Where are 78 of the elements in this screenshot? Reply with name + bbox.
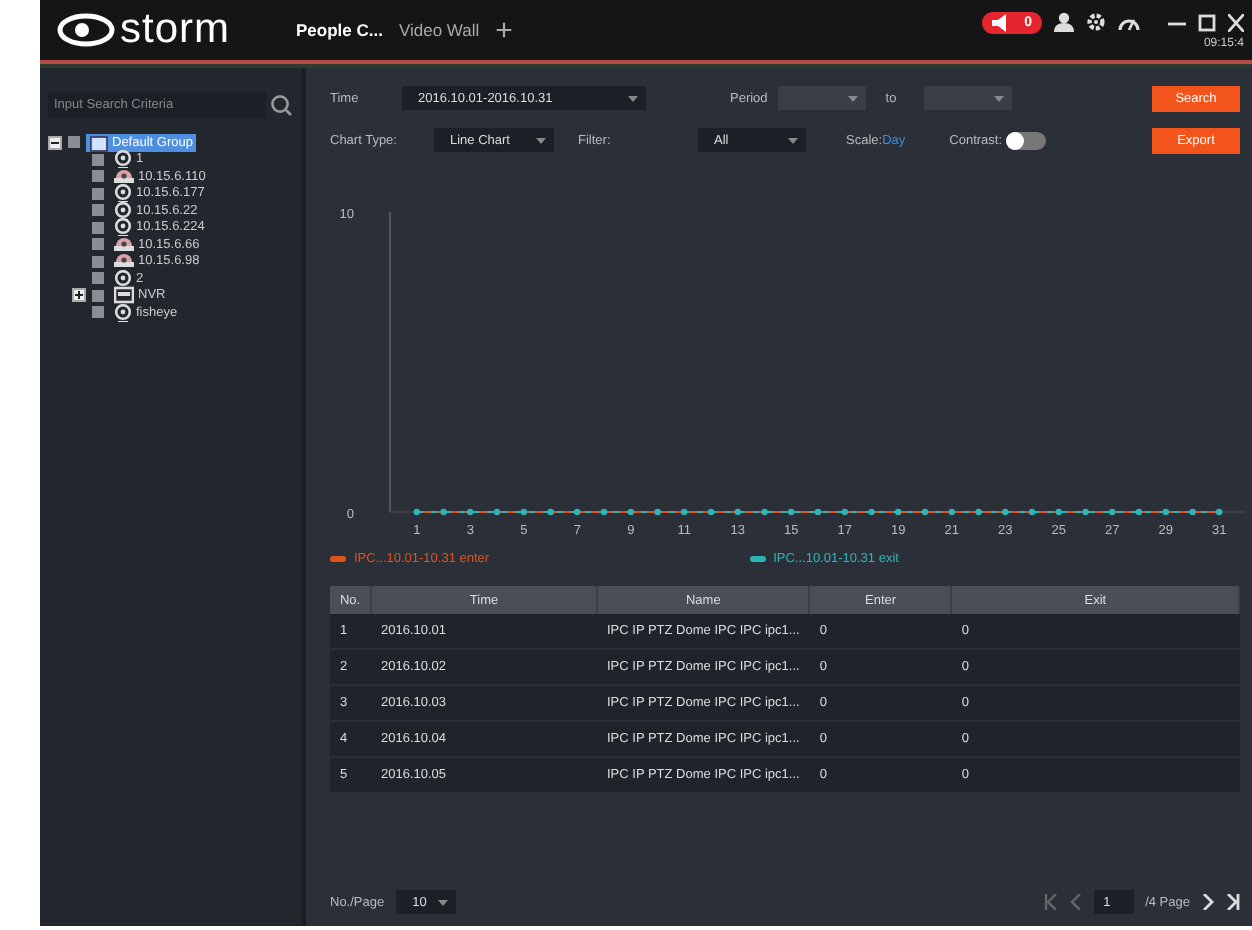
data-point <box>1109 508 1116 516</box>
data-point <box>467 508 474 516</box>
search-icon[interactable] <box>270 94 292 116</box>
data-point <box>627 508 634 516</box>
period-start-dropdown[interactable] <box>777 86 866 110</box>
caret-icon <box>788 137 798 143</box>
data-point <box>654 508 661 516</box>
dome-camera-icon <box>114 252 134 271</box>
first-page-icon[interactable] <box>1043 894 1058 910</box>
caret-icon <box>628 95 638 101</box>
close-icon[interactable] <box>1228 13 1244 31</box>
camera-icon <box>114 269 132 288</box>
data-point <box>975 508 982 516</box>
logo-text: storm <box>120 6 230 54</box>
settings-icon[interactable] <box>1086 12 1106 32</box>
data-point <box>1216 508 1223 516</box>
collapse-icon[interactable] <box>48 135 62 150</box>
tab[interactable]: Video Wall <box>398 20 480 40</box>
data-point <box>600 508 608 516</box>
data-point <box>1082 508 1089 516</box>
checkbox[interactable] <box>92 221 104 234</box>
caret-icon <box>847 95 858 101</box>
checkbox[interactable] <box>68 136 80 149</box>
data-point <box>1135 508 1143 516</box>
data-point <box>788 508 795 516</box>
data-point <box>1189 508 1196 516</box>
data-point <box>440 508 447 516</box>
data-point <box>1162 508 1169 516</box>
checkbox[interactable] <box>92 204 104 217</box>
eye-logo-icon <box>56 12 116 48</box>
add-tab-button[interactable]: + <box>495 15 513 45</box>
camera-icon <box>114 184 132 203</box>
data-point <box>761 508 768 516</box>
checkbox[interactable] <box>92 170 104 183</box>
checkbox[interactable] <box>92 272 104 285</box>
data-point <box>547 508 554 516</box>
data-point <box>1028 508 1036 516</box>
data-point <box>707 508 715 516</box>
data-point <box>814 508 822 516</box>
camera-icon <box>114 201 132 220</box>
caret-icon <box>438 899 449 905</box>
checkbox[interactable] <box>92 306 104 319</box>
camera-icon <box>114 303 132 322</box>
data-point <box>520 508 527 516</box>
dome-camera-icon <box>114 167 134 186</box>
checkbox[interactable] <box>92 187 104 200</box>
data-point <box>948 508 955 516</box>
data-point <box>921 508 929 516</box>
checkbox[interactable] <box>92 238 104 251</box>
checkbox[interactable] <box>92 255 104 268</box>
checkbox[interactable] <box>92 153 104 166</box>
data-point <box>895 508 902 516</box>
data-point <box>1055 508 1062 516</box>
next-page-icon[interactable] <box>1202 894 1214 910</box>
maximize-icon[interactable] <box>1198 13 1216 31</box>
gauge-icon[interactable] <box>1118 13 1140 31</box>
data-point <box>574 508 581 516</box>
folder-icon <box>90 133 108 152</box>
last-page-icon[interactable] <box>1226 894 1240 910</box>
data-point <box>1002 508 1009 516</box>
data-point <box>868 508 875 516</box>
camera-icon <box>114 150 132 169</box>
dome-camera-icon <box>114 235 134 254</box>
data-point <box>734 508 741 516</box>
data-point <box>841 508 848 516</box>
caret-icon <box>536 137 546 143</box>
data-point <box>681 508 688 516</box>
data-point <box>413 508 420 516</box>
tab[interactable]: People C... <box>296 20 383 40</box>
expand-icon[interactable] <box>72 288 86 303</box>
data-point <box>493 508 501 516</box>
recorder-icon <box>114 286 134 305</box>
user-icon[interactable] <box>1054 12 1074 32</box>
caret-icon <box>994 95 1005 101</box>
checkbox[interactable] <box>92 289 104 302</box>
previous-page-icon[interactable] <box>1069 894 1082 910</box>
contrast-toggle[interactable] <box>1006 131 1047 149</box>
camera-icon <box>114 218 132 237</box>
